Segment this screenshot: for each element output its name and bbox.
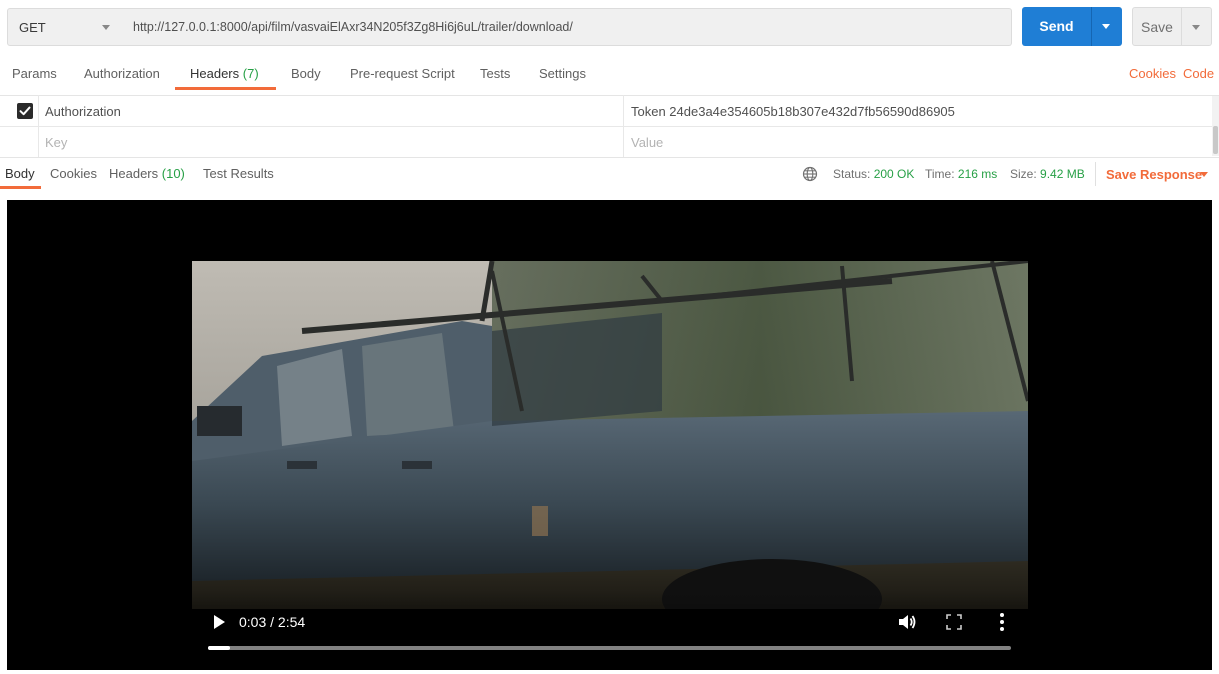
cookies-link[interactable]: Cookies	[1129, 66, 1176, 81]
time-display: 0:03 / 2:54	[239, 614, 306, 630]
size-label: Size:	[1010, 167, 1037, 181]
status-readout: Status: 200 OK	[833, 167, 914, 181]
headers-count: (7)	[242, 66, 259, 81]
more-vertical-icon[interactable]	[998, 612, 1006, 632]
time-readout: Time: 216 ms	[925, 167, 997, 181]
chevron-down-icon[interactable]	[1192, 25, 1200, 30]
video-frame	[192, 261, 1028, 609]
save-response-button[interactable]: Save Response	[1106, 167, 1202, 182]
response-headers-count: (10)	[161, 166, 185, 181]
table-row-divider	[0, 126, 1212, 127]
new-value-input[interactable]: Value	[631, 135, 663, 150]
header-value[interactable]: Token 24de3a4e354605b18b307e432d7fb56590…	[631, 104, 955, 119]
status-value: 200 OK	[873, 167, 915, 181]
status-label: Status:	[833, 167, 871, 181]
save-button[interactable]: Save	[1132, 7, 1212, 46]
active-response-tab-indicator	[0, 186, 41, 189]
video-player[interactable]: 0:03 / 2:54	[7, 200, 1212, 670]
size-value: 9.42 MB	[1040, 167, 1085, 181]
response-divider	[1095, 162, 1096, 186]
tab-headers[interactable]: Headers (7)	[190, 66, 259, 81]
table-column-divider	[623, 95, 624, 157]
tab-authorization[interactable]: Authorization	[84, 66, 160, 81]
active-tab-indicator	[175, 87, 276, 90]
time-label: Time:	[925, 167, 955, 181]
new-key-input[interactable]: Key	[45, 135, 67, 150]
time-value: 216 ms	[957, 167, 998, 181]
tab-tests[interactable]: Tests	[480, 66, 510, 81]
chevron-down-icon[interactable]	[1200, 172, 1208, 177]
response-tab-body[interactable]: Body	[5, 166, 35, 181]
table-scrollbar[interactable]	[1212, 96, 1219, 156]
fullscreen-icon[interactable]	[946, 614, 962, 630]
save-label: Save	[1141, 19, 1173, 35]
code-link[interactable]: Code	[1183, 66, 1214, 81]
send-button[interactable]: Send	[1022, 7, 1122, 46]
chevron-down-icon	[102, 25, 110, 30]
url-input[interactable]: http://127.0.0.1:8000/api/film/vasvaiElA…	[122, 8, 1012, 46]
send-divider	[1091, 7, 1092, 46]
method-select[interactable]: GET	[7, 8, 123, 46]
size-readout: Size: 9.42 MB	[1010, 167, 1085, 181]
table-column-divider	[38, 95, 39, 157]
video-progress-bar[interactable]	[208, 646, 1011, 650]
send-label: Send	[1039, 18, 1074, 34]
tab-params[interactable]: Params	[12, 66, 57, 81]
table-border	[0, 95, 1219, 96]
header-key[interactable]: Authorization	[45, 104, 121, 119]
response-tab-cookies[interactable]: Cookies	[50, 166, 97, 181]
volume-icon[interactable]	[897, 612, 917, 632]
response-tab-test-results[interactable]: Test Results	[203, 166, 274, 181]
scrollbar-thumb[interactable]	[1213, 126, 1218, 154]
video-progress-fill	[208, 646, 231, 650]
tab-body[interactable]: Body	[291, 66, 321, 81]
table-border	[0, 157, 1219, 158]
tab-pre-request-script[interactable]: Pre-request Script	[350, 66, 455, 81]
checkbox-checked-icon[interactable]	[17, 103, 33, 119]
tab-settings[interactable]: Settings	[539, 66, 586, 81]
response-tab-headers[interactable]: Headers (10)	[109, 166, 185, 181]
globe-icon[interactable]	[802, 166, 818, 182]
method-label: GET	[19, 20, 46, 35]
chevron-down-icon[interactable]	[1102, 24, 1110, 29]
save-divider	[1181, 8, 1182, 45]
play-icon[interactable]	[210, 613, 228, 631]
